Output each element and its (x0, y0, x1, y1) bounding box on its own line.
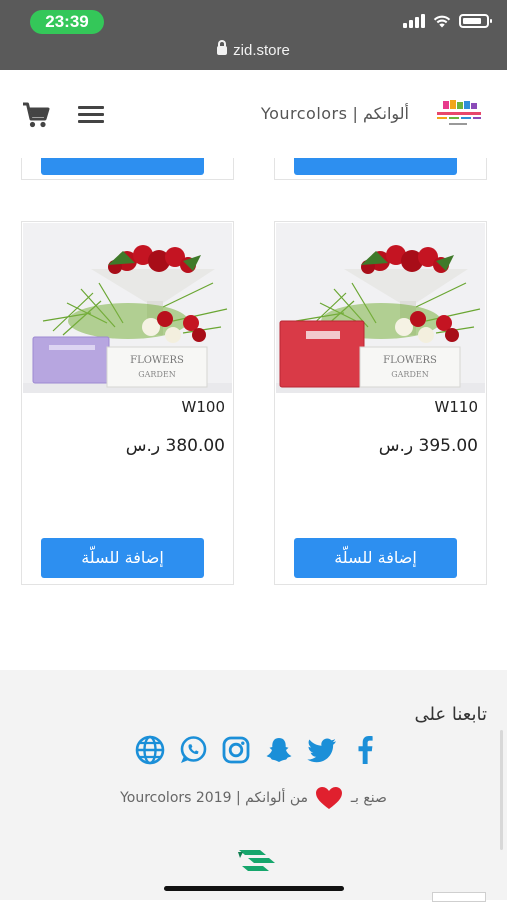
social-links (134, 734, 381, 766)
snapchat-icon[interactable] (263, 734, 295, 766)
add-to-cart-button[interactable] (41, 158, 204, 175)
flower-arrangement-image: FLOWERS GARDEN (23, 223, 232, 393)
battery-icon (459, 14, 492, 28)
svg-text:FLOWERS: FLOWERS (130, 355, 184, 366)
heart-icon (316, 787, 343, 809)
store-header: ألوانكم | Yourcolors (0, 70, 507, 158)
status-time: 23:39 (30, 10, 104, 34)
status-bar: 23:39 zid.store (0, 0, 507, 70)
svg-text:GARDEN: GARDEN (391, 370, 428, 379)
product-name[interactable]: W110 (435, 398, 478, 416)
add-to-cart-button[interactable]: إضافة للسلّة (41, 538, 204, 578)
product-card (274, 158, 487, 180)
scrollbar[interactable] (500, 730, 503, 850)
svg-text:GARDEN: GARDEN (138, 370, 175, 379)
store-logo-icon[interactable] (431, 98, 485, 128)
footer: تابعنا على صنع بـ من ألوانكم | Yourcolor… (0, 670, 507, 900)
hamburger-menu-icon[interactable] (78, 106, 104, 124)
lock-icon (217, 40, 228, 55)
whatsapp-icon[interactable] (177, 734, 209, 766)
product-name[interactable]: W100 (182, 398, 225, 416)
home-indicator[interactable] (164, 886, 344, 891)
status-icons (403, 14, 492, 28)
made-with-credit: صنع بـ من ألوانكم | Yourcolors 2019 (0, 786, 507, 810)
instagram-icon[interactable] (220, 734, 252, 766)
product-image[interactable]: FLOWERS GARDEN (276, 223, 485, 393)
zid-logo-icon[interactable] (236, 846, 278, 874)
product-price: 395.00 ر.س (378, 436, 478, 456)
add-to-cart-button[interactable]: إضافة للسلّة (294, 538, 457, 578)
product-grid: FLOWERS GARDEN W110 395.00 ر.س إضافة للس… (0, 158, 507, 670)
globe-icon[interactable] (134, 734, 166, 766)
wifi-icon (433, 15, 451, 28)
add-to-cart-button[interactable] (294, 158, 457, 175)
svg-text:FLOWERS: FLOWERS (383, 355, 437, 366)
flower-arrangement-image: FLOWERS GARDEN (276, 223, 485, 393)
shopping-cart-icon[interactable] (22, 102, 50, 128)
product-image[interactable]: FLOWERS GARDEN (23, 223, 232, 393)
chat-widget[interactable] (432, 892, 486, 902)
cellular-signal-icon (403, 14, 425, 28)
address-bar[interactable]: zid.store (0, 40, 507, 59)
product-card (21, 158, 234, 180)
made-with-suffix: من ألوانكم | Yourcolors 2019 (120, 790, 308, 806)
follow-us-heading: تابعنا على (414, 704, 487, 725)
product-card-w110[interactable]: FLOWERS GARDEN W110 395.00 ر.س إضافة للس… (274, 221, 487, 585)
facebook-icon[interactable] (349, 734, 381, 766)
made-with-prefix: صنع بـ (350, 790, 387, 806)
product-price: 380.00 ر.س (125, 436, 225, 456)
product-card-w100[interactable]: FLOWERS GARDEN W100 380.00 ر.س إضافة للس… (21, 221, 234, 585)
url-text: zid.store (233, 42, 290, 59)
twitter-icon[interactable] (306, 734, 338, 766)
store-title[interactable]: ألوانكم | Yourcolors (261, 104, 409, 123)
